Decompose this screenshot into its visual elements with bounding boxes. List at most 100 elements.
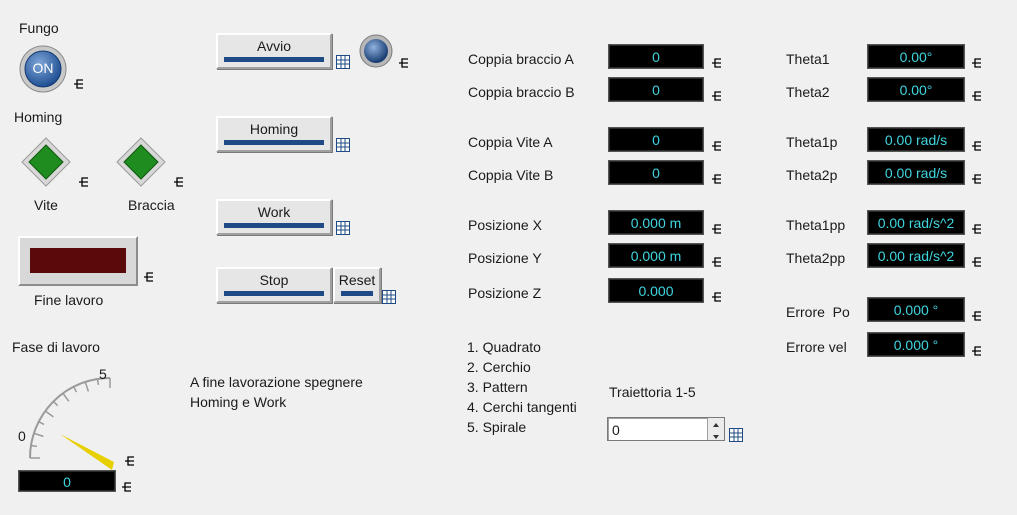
fine-lavoro-led	[18, 236, 138, 286]
list-item: 2. Cerchio	[467, 359, 531, 375]
status-led-blue	[359, 34, 393, 68]
subvi-grid-icon	[729, 428, 743, 442]
posizione-x-label: Posizione X	[468, 217, 542, 233]
terminal-icon	[173, 177, 184, 187]
theta1pp-indicator: 0.00 rad/s^2	[867, 210, 965, 235]
terminal-icon	[78, 177, 89, 187]
braccia-led	[116, 137, 166, 187]
gauge-tick	[84, 381, 90, 392]
errore-po-label: Errore Po	[786, 304, 850, 320]
reset-button[interactable]: Reset	[333, 267, 381, 303]
homing-button-label: Homing	[249, 121, 299, 137]
homing-button[interactable]: Homing	[216, 116, 332, 152]
theta1-indicator: 0.00°	[867, 44, 965, 69]
stop-button[interactable]: Stop	[216, 267, 332, 303]
terminal-icon	[121, 482, 132, 492]
gauge-tick	[30, 444, 38, 448]
stop-button-label: Stop	[259, 272, 289, 288]
homing-label: Homing	[14, 109, 63, 125]
list-item: 4. Cerchi tangenti	[467, 399, 577, 415]
braccia-label: Braccia	[128, 197, 175, 213]
theta1-label: Theta1	[786, 51, 830, 67]
gauge-max-label: 5	[99, 366, 107, 382]
theta2-indicator: 0.00°	[867, 77, 965, 102]
terminal-icon	[711, 174, 722, 184]
gauge-needle	[60, 434, 114, 470]
terminal-icon	[971, 311, 982, 321]
work-button-label: Work	[257, 204, 291, 220]
subvi-grid-icon	[336, 138, 350, 152]
list-item: 3. Pattern	[467, 379, 528, 395]
coppia-vite-a-label: Coppia Vite A	[468, 134, 553, 150]
subvi-grid-icon	[336, 221, 350, 235]
terminal-icon	[971, 346, 982, 356]
avvio-button[interactable]: Avvio	[216, 33, 332, 69]
vite-led	[21, 137, 71, 187]
traiettoria-label: Traiettoria 1-5	[609, 384, 696, 400]
work-button[interactable]: Work	[216, 199, 332, 235]
fase-value-indicator: 0	[18, 470, 116, 492]
stepper-down-button[interactable]	[707, 429, 724, 440]
terminal-icon	[143, 272, 154, 282]
gauge-tick	[73, 386, 78, 393]
terminal-icon	[711, 224, 722, 234]
posizione-y-indicator: 0.000 m	[608, 243, 704, 268]
theta1p-label: Theta1p	[786, 134, 838, 150]
coppia-vite-b-indicator: 0	[608, 160, 704, 185]
traiettoria-value: 0	[612, 422, 620, 438]
errore-po-indicator: 0.000 °	[867, 297, 965, 322]
gauge-tick	[62, 392, 70, 402]
subvi-grid-icon	[382, 290, 396, 304]
errore-vel-label: Errore vel	[786, 339, 847, 355]
terminal-icon	[711, 91, 722, 101]
terminal-icon	[711, 257, 722, 267]
terminal-icon	[971, 58, 982, 68]
coppia-braccio-b-label: Coppia braccio B	[468, 84, 575, 100]
gauge-tick	[33, 432, 44, 438]
posizione-y-label: Posizione Y	[468, 250, 542, 266]
gauge-tick	[38, 421, 45, 426]
terminal-icon	[971, 91, 982, 101]
posizione-z-label: Posizione Z	[468, 285, 542, 301]
theta2-label: Theta2	[786, 84, 830, 100]
fungo-on-text: ON	[32, 60, 54, 76]
theta2pp-indicator: 0.00 rad/s^2	[867, 243, 965, 268]
terminal-icon	[73, 79, 84, 89]
theta2pp-label: Theta2pp	[786, 250, 846, 266]
fase-gauge: 0 5	[10, 360, 140, 470]
gauge-tick	[44, 410, 54, 418]
errore-vel-indicator: 0.000 °	[867, 332, 965, 357]
list-item: 5. Spirale	[467, 419, 527, 435]
terminal-icon	[711, 292, 722, 302]
theta1p-indicator: 0.00 rad/s	[867, 127, 965, 152]
gauge-arc	[29, 377, 111, 459]
gauge-min-label: 0	[18, 428, 26, 444]
reset-button-label: Reset	[338, 272, 376, 288]
terminal-icon	[971, 174, 982, 184]
note-line-1: A fine lavorazione spegnere	[190, 374, 363, 390]
coppia-braccio-a-indicator: 0	[608, 44, 704, 69]
traiettoria-stepper[interactable]: 0	[607, 417, 725, 441]
coppia-braccio-a-label: Coppia braccio A	[468, 51, 574, 67]
terminal-icon	[971, 224, 982, 234]
coppia-vite-a-indicator: 0	[608, 127, 704, 152]
terminal-icon	[971, 141, 982, 151]
coppia-braccio-b-indicator: 0	[608, 77, 704, 102]
posizione-x-indicator: 0.000 m	[608, 210, 704, 235]
subvi-grid-icon	[336, 55, 350, 69]
theta1pp-label: Theta1pp	[786, 217, 846, 233]
list-item: 1. Quadrato	[467, 339, 541, 355]
posizione-z-indicator: 0.000	[608, 278, 704, 303]
terminal-icon	[971, 257, 982, 267]
note-line-2: Homing e Work	[190, 394, 287, 410]
vite-label: Vite	[34, 197, 58, 213]
fase-label: Fase di lavoro	[12, 339, 100, 355]
fine-lavoro-label: Fine lavoro	[34, 292, 104, 308]
gauge-tick	[52, 400, 59, 407]
fungo-on-button[interactable]: ON	[19, 45, 67, 93]
terminal-icon	[711, 141, 722, 151]
terminal-icon	[124, 456, 135, 466]
terminal-icon	[711, 58, 722, 68]
avvio-button-label: Avvio	[257, 38, 291, 54]
theta2p-label: Theta2p	[786, 167, 838, 183]
